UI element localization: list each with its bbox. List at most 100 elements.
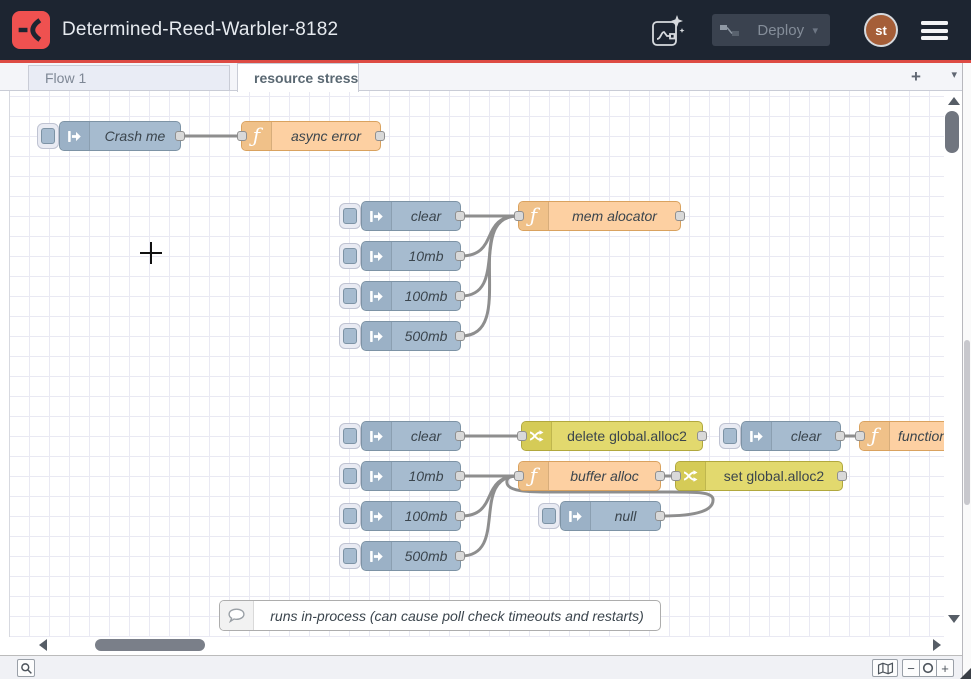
window-scrollbar[interactable] bbox=[962, 63, 971, 679]
inject-trigger-button[interactable] bbox=[339, 243, 361, 269]
node-label: delete global.alloc2 bbox=[552, 422, 702, 450]
navigator-map-button[interactable] bbox=[872, 659, 898, 677]
input-port[interactable] bbox=[514, 471, 524, 481]
horizontal-scroll-thumb[interactable] bbox=[95, 639, 205, 651]
node-inject-100mb-2[interactable]: 100mb bbox=[361, 501, 461, 531]
node-inject-10mb-2[interactable]: 10mb bbox=[361, 461, 461, 491]
node-function-buffer-alloc[interactable]: ƒbuffer alloc bbox=[518, 461, 661, 491]
deploy-label: Deploy bbox=[749, 22, 812, 39]
deploy-nodes-icon bbox=[720, 23, 740, 38]
flowfuse-logo[interactable] bbox=[12, 11, 50, 49]
scroll-left-icon[interactable] bbox=[39, 639, 47, 651]
node-inject-clear-3[interactable]: clear bbox=[741, 421, 841, 451]
scroll-down-icon[interactable] bbox=[948, 615, 960, 623]
search-button[interactable] bbox=[17, 659, 35, 677]
tab-flow-1[interactable]: Flow 1 bbox=[28, 65, 230, 91]
node-change-delete-global-alloc2[interactable]: delete global.alloc2 bbox=[521, 421, 703, 451]
output-port[interactable] bbox=[455, 471, 465, 481]
tab-resource-stress[interactable]: resource stress bbox=[237, 63, 359, 92]
node-inject-crash-me[interactable]: Crash me bbox=[59, 121, 181, 151]
node-inject-500mb-2[interactable]: 500mb bbox=[361, 541, 461, 571]
flow-canvas[interactable]: Crash me ƒasync error clear 10mb 100mb 500mb ƒ… bbox=[9, 91, 947, 637]
output-port[interactable] bbox=[455, 331, 465, 341]
output-port[interactable] bbox=[175, 131, 185, 141]
node-function-mem-alocator[interactable]: ƒmem alocator bbox=[518, 201, 681, 231]
node-label: Crash me bbox=[90, 122, 180, 150]
input-port[interactable] bbox=[855, 431, 865, 441]
inject-arrow-icon bbox=[362, 422, 392, 450]
output-port[interactable] bbox=[675, 211, 685, 221]
input-port[interactable] bbox=[237, 131, 247, 141]
inject-trigger-button[interactable] bbox=[339, 323, 361, 349]
output-port[interactable] bbox=[455, 551, 465, 561]
instance-title: Determined-Reed-Warbler-8182 bbox=[62, 0, 338, 60]
node-inject-100mb-1[interactable]: 100mb bbox=[361, 281, 461, 311]
output-port[interactable] bbox=[455, 211, 465, 221]
input-port[interactable] bbox=[517, 431, 527, 441]
scroll-up-icon[interactable] bbox=[948, 97, 960, 105]
footer-toolbar: − + bbox=[0, 655, 962, 679]
output-port[interactable] bbox=[697, 431, 707, 441]
output-port[interactable] bbox=[455, 511, 465, 521]
main-menu-icon[interactable] bbox=[921, 21, 948, 40]
node-label: 500mb bbox=[392, 542, 460, 570]
output-port[interactable] bbox=[455, 431, 465, 441]
node-label: set global.alloc2 bbox=[706, 462, 842, 490]
inject-trigger-button[interactable] bbox=[339, 423, 361, 449]
output-port[interactable] bbox=[835, 431, 845, 441]
deploy-options-caret-icon[interactable]: ▾ bbox=[812, 24, 818, 37]
inject-trigger-button[interactable] bbox=[719, 423, 741, 449]
window-scroll-thumb[interactable] bbox=[964, 340, 970, 505]
vertical-scrollbar[interactable] bbox=[944, 91, 962, 637]
node-inject-500mb-1[interactable]: 500mb bbox=[361, 321, 461, 351]
inject-trigger-button[interactable] bbox=[339, 543, 361, 569]
inject-trigger-button[interactable] bbox=[37, 123, 59, 149]
vertical-scroll-thumb[interactable] bbox=[945, 111, 959, 153]
output-port[interactable] bbox=[455, 251, 465, 261]
inject-trigger-button[interactable] bbox=[538, 503, 560, 529]
zoom-controls: − + bbox=[902, 659, 954, 677]
zoom-reset-button[interactable] bbox=[919, 659, 937, 677]
output-port[interactable] bbox=[375, 131, 385, 141]
node-label: 10mb bbox=[392, 462, 460, 490]
node-label: clear bbox=[772, 422, 840, 450]
node-red-editor: Determined-Reed-Warbler-8182 Deploy ▾ st… bbox=[0, 0, 971, 679]
inject-trigger-button[interactable] bbox=[339, 463, 361, 489]
comment-icon bbox=[220, 601, 254, 630]
inject-arrow-icon bbox=[362, 542, 392, 570]
resize-grip[interactable] bbox=[960, 668, 971, 679]
add-flow-button[interactable]: + bbox=[905, 66, 927, 88]
node-comment-comment-1[interactable]: runs in-process (can cause poll check ti… bbox=[219, 600, 661, 631]
inject-arrow-icon bbox=[362, 502, 392, 530]
node-function-async-error[interactable]: ƒasync error bbox=[241, 121, 381, 151]
inject-trigger-button[interactable] bbox=[339, 283, 361, 309]
output-port[interactable] bbox=[455, 291, 465, 301]
zoom-in-button[interactable]: + bbox=[936, 659, 954, 677]
node-inject-null[interactable]: null bbox=[560, 501, 661, 531]
user-avatar[interactable]: st bbox=[864, 13, 898, 47]
node-inject-10mb-1[interactable]: 10mb bbox=[361, 241, 461, 271]
horizontal-scrollbar[interactable] bbox=[9, 637, 947, 655]
node-inject-clear-1[interactable]: clear bbox=[361, 201, 461, 231]
output-port[interactable] bbox=[655, 511, 665, 521]
flow-list-caret-icon[interactable]: ▾ bbox=[951, 68, 957, 81]
inject-trigger-button[interactable] bbox=[339, 503, 361, 529]
scroll-right-icon[interactable] bbox=[933, 639, 941, 651]
node-label: mem alocator bbox=[549, 202, 680, 230]
zoom-out-button[interactable]: − bbox=[902, 659, 920, 677]
output-port[interactable] bbox=[837, 471, 847, 481]
node-function-function[interactable]: ƒfunction bbox=[859, 421, 947, 451]
inject-trigger-button[interactable] bbox=[339, 203, 361, 229]
node-label: async error bbox=[272, 122, 380, 150]
node-change-set-global-alloc2[interactable]: set global.alloc2 bbox=[675, 461, 843, 491]
node-inject-clear-2[interactable]: clear bbox=[361, 421, 461, 451]
ai-assistant-icon[interactable] bbox=[648, 12, 686, 50]
zoom-reset-icon bbox=[922, 662, 934, 674]
output-port[interactable] bbox=[655, 471, 665, 481]
node-label: 10mb bbox=[392, 242, 460, 270]
input-port[interactable] bbox=[671, 471, 681, 481]
node-label: 500mb bbox=[392, 322, 460, 350]
deploy-button[interactable]: Deploy ▾ bbox=[712, 14, 830, 46]
node-label: runs in-process (can cause poll check ti… bbox=[254, 601, 660, 630]
input-port[interactable] bbox=[514, 211, 524, 221]
